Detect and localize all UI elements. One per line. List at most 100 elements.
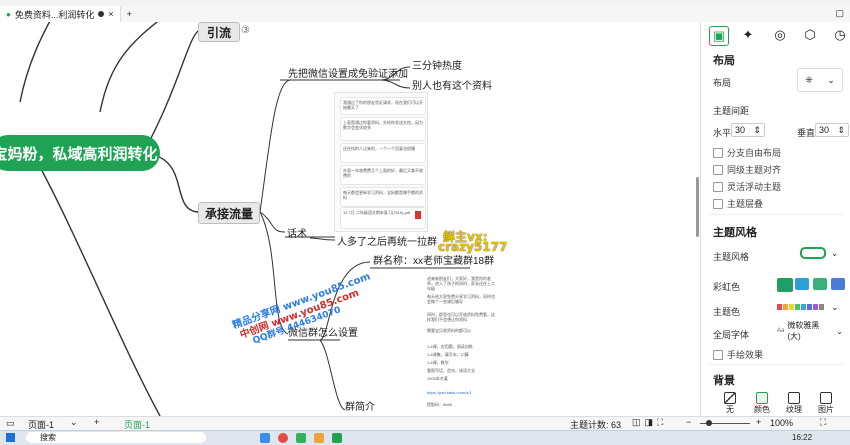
- option-label: 分支自由布局: [727, 148, 782, 158]
- topic-group-name[interactable]: 群名称：xx老师宝藏群18群: [373, 254, 494, 270]
- bg-option-label: 图片: [818, 405, 834, 414]
- topic-chengjie[interactable]: 承接流量: [198, 202, 260, 224]
- chevron-down-icon: ⌄: [827, 74, 835, 85]
- checkbox[interactable]: [713, 198, 723, 209]
- taskbar-search-box[interactable]: 搜索: [26, 432, 206, 443]
- bg-option-texture[interactable]: 纹理: [783, 392, 805, 415]
- bg-option-color[interactable]: 颜色: [751, 392, 773, 415]
- tab-history[interactable]: ◷: [831, 26, 849, 44]
- unsaved-dot-icon: [98, 11, 105, 17]
- checkbox[interactable]: [713, 349, 723, 360]
- zoom-slider-handle[interactable]: [706, 420, 712, 426]
- vertical-scrollbar[interactable]: [696, 177, 699, 237]
- global-font-label: 全局字体: [713, 330, 750, 340]
- section-theme-style: 主题风格: [713, 227, 757, 239]
- chat-bubble: 我通过了你的朋友验证请求，现在我们可以开始聊天了: [340, 97, 426, 115]
- topic-wechat-a[interactable]: 三分钟热度: [412, 59, 462, 75]
- zoom-out-button[interactable]: −: [686, 417, 691, 427]
- topic-script[interactable]: 话术: [287, 227, 307, 243]
- topic-yinliu-count[interactable]: ③: [241, 23, 250, 39]
- chat-file-attachment: 12.7日 二年级语文期末复习(7616).pdf: [340, 207, 426, 229]
- topic-wechat-setup[interactable]: 先把微信设置成免验证添加: [288, 67, 408, 83]
- document-tab-title: 免费资料...利润转化: [14, 9, 95, 20]
- vertical-spacing-input[interactable]: 30 ⇕: [815, 123, 849, 137]
- doc-icon: ●: [6, 9, 11, 19]
- global-font-select[interactable]: Aa 微软雅黑 (大) ⌄: [777, 321, 843, 341]
- close-tab-icon[interactable]: ×: [108, 9, 113, 19]
- checkbox[interactable]: [713, 147, 723, 158]
- divider: [709, 364, 843, 365]
- chevron-down-icon: ⌄: [830, 247, 839, 258]
- view-icons[interactable]: ◫◨⛶: [632, 417, 667, 428]
- option-label: 手绘效果: [727, 350, 764, 360]
- option-align-siblings[interactable]: 同级主题对齐: [713, 163, 781, 176]
- divider: [709, 214, 843, 215]
- group-intro-image[interactable]: 进来新朋友们，大家好，我是你的老师，进入了孩子的同时，家长还在上二年级 每天给大…: [425, 274, 497, 416]
- theme-style-label: 主题风格: [713, 252, 750, 262]
- no-bg-icon: [724, 392, 736, 404]
- search-text: 搜索: [40, 433, 56, 442]
- windows-start-icon[interactable]: [6, 433, 15, 442]
- zoom-in-button[interactable]: +: [756, 417, 761, 427]
- taskbar-app-icons[interactable]: [260, 433, 342, 443]
- theme-style-select[interactable]: ⌄: [797, 244, 841, 262]
- tab-theme[interactable]: ⬡: [801, 26, 819, 44]
- group-intro-line: 每天给大家免费分享学习资料，同时也会做个一些课后辅导: [427, 294, 495, 304]
- format-panel: ▣ ✦ ◎ ⬡ ◷ 布局 布局 ⁜ ⌄ 主题间距 水平 30 ⇕ 垂直 30 ⇕…: [700, 22, 850, 416]
- checkbox[interactable]: [713, 181, 723, 192]
- group-intro-line: https://pan.baidu.com/s/1: [427, 390, 472, 395]
- clock[interactable]: 16:22: [792, 433, 812, 442]
- new-tab-button[interactable]: +: [121, 9, 138, 19]
- status-bar: ▭ 页面-1 ⌄ + 页面-1 主题计数: 63 ◫◨⛶ − + 100% ⛶: [0, 416, 850, 431]
- page-list-icon[interactable]: ▭: [6, 418, 15, 429]
- rainbow-swatch-2[interactable]: [795, 278, 809, 290]
- section-background: 背景: [713, 375, 735, 387]
- zoom-level[interactable]: 100%: [770, 418, 793, 428]
- rainbow-swatch-1[interactable]: [777, 278, 793, 292]
- fit-screen-icon[interactable]: ⛶: [820, 417, 826, 428]
- topic-group-pull[interactable]: 人多了之后再统一拉群: [337, 235, 437, 251]
- spacing-label: 主题间距: [713, 106, 750, 116]
- option-floating-topic[interactable]: 灵活浮动主题: [713, 180, 781, 193]
- topic-yinliu[interactable]: 引流: [198, 22, 240, 42]
- checkbox[interactable]: [713, 164, 723, 175]
- tab-ai[interactable]: ✦: [739, 26, 757, 44]
- tab-style[interactable]: ▣: [709, 26, 729, 46]
- option-label: 灵活浮动主题: [727, 182, 782, 192]
- chat-file-name: 12.7日 二年级语文期末复习(7616).pdf: [343, 210, 411, 215]
- vertical-label: 垂直: [797, 128, 816, 138]
- add-page-button[interactable]: +: [94, 417, 99, 427]
- topic-group-intro[interactable]: 群简介: [345, 400, 375, 416]
- bg-option-none[interactable]: 无: [719, 392, 741, 415]
- global-font-value: 微软雅黑 (大): [787, 321, 820, 341]
- rainbow-swatch-3[interactable]: [813, 278, 827, 290]
- option-label: 主题层叠: [727, 199, 764, 209]
- rainbow-swatch-4[interactable]: [831, 278, 845, 290]
- chevron-down-icon: ⌄: [831, 301, 839, 312]
- option-label: 同级主题对齐: [727, 165, 782, 175]
- bg-option-label: 纹理: [786, 405, 802, 414]
- option-hand-drawn[interactable]: 手绘效果: [713, 348, 763, 361]
- group-intro-line: 1-6课集，填写本，口算: [427, 352, 469, 357]
- layout-label: 布局: [713, 78, 732, 88]
- option-topic-stack[interactable]: 主题层叠: [713, 197, 763, 210]
- watermark-5: crazy5177: [438, 240, 508, 254]
- layout-select[interactable]: ⁜ ⌄: [797, 68, 843, 92]
- theme-color-label: 主题色: [713, 307, 741, 317]
- chat-screenshot-image[interactable]: 我通过了你的朋友验证请求，现在我们可以开始聊天了 上面是通过你要资料，先给你发送…: [334, 92, 428, 232]
- bg-option-label: 颜色: [754, 405, 770, 414]
- color-fill-icon: [756, 392, 768, 404]
- chat-bubble: 外面一年收费费几个上面的好，最后又拿不收费的: [340, 165, 426, 185]
- horizontal-spacing-value: 30: [735, 125, 746, 135]
- tab-marker[interactable]: ◎: [771, 26, 789, 44]
- chevron-down-icon[interactable]: ⌄: [70, 417, 78, 428]
- sidebar-toggle-button[interactable]: ▢: [835, 8, 844, 19]
- horizontal-spacing-input[interactable]: 30 ⇕: [731, 123, 765, 137]
- tab-bar: ● 免费资料...利润转化 × + ▢: [0, 6, 850, 23]
- root-topic[interactable]: 宝妈粉，私域高利润转化: [0, 135, 160, 171]
- document-tab[interactable]: ● 免费资料...利润转化 ×: [0, 6, 121, 22]
- theme-color-select[interactable]: ⌄: [777, 302, 843, 312]
- bg-option-image[interactable]: 图片: [815, 392, 837, 415]
- option-free-layout[interactable]: 分支自由布局: [713, 146, 781, 159]
- mindmap-canvas[interactable]: 宝妈粉，私域高利润转化 引流 ③ 承接流量 先把微信设置成免验证添加 三分钟热度…: [0, 22, 700, 416]
